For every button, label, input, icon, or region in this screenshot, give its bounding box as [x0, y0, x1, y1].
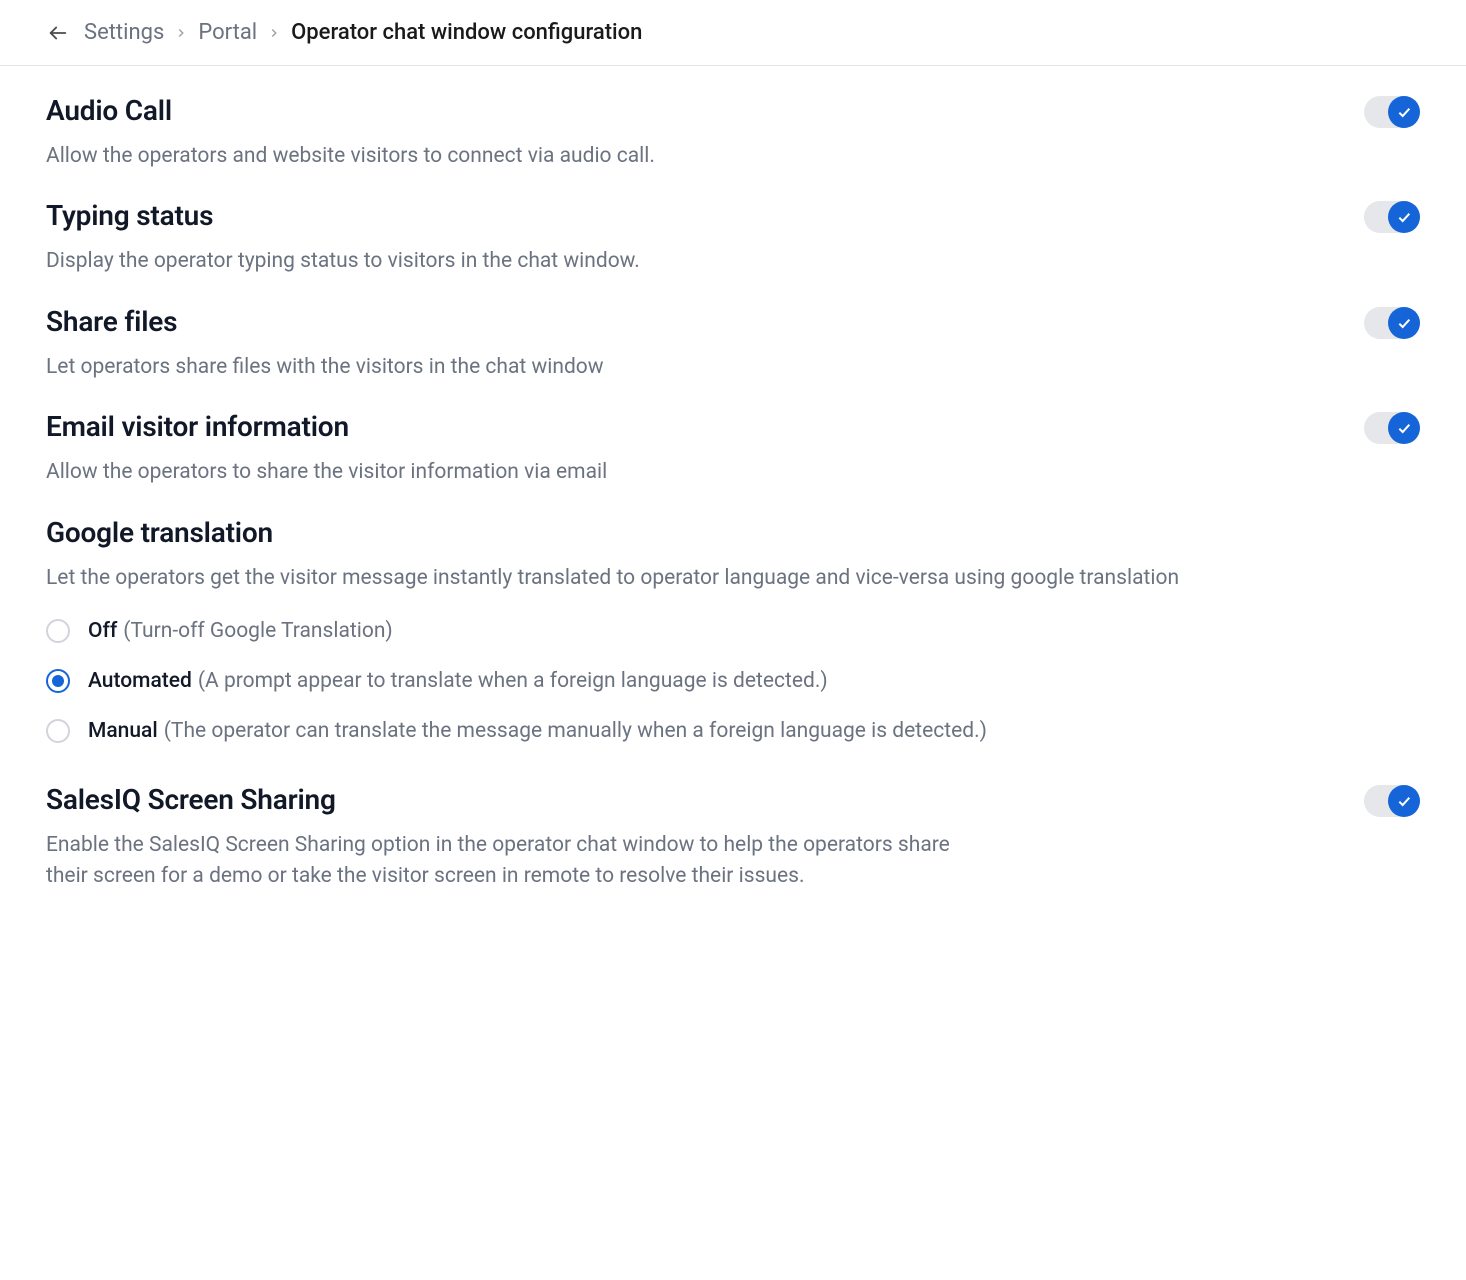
breadcrumb-current: Operator chat window configuration	[291, 20, 642, 45]
radio-label: Off	[88, 619, 117, 643]
setting-title: Google translation	[46, 516, 1420, 549]
setting-desc: Enable the SalesIQ Screen Sharing option…	[46, 830, 966, 891]
setting-title: Share files	[46, 305, 1324, 338]
toggle-audio-call[interactable]	[1364, 96, 1420, 128]
radio-hint: (A prompt appear to translate when a for…	[198, 669, 828, 693]
radio-option-manual[interactable]: Manual(The operator can translate the me…	[46, 719, 1420, 743]
setting-desc: Allow the operators to share the visitor…	[46, 457, 1324, 487]
toggle-typing-status[interactable]	[1364, 201, 1420, 233]
radio-icon	[46, 669, 70, 693]
breadcrumb-portal[interactable]: Portal	[198, 20, 257, 45]
breadcrumb-settings[interactable]: Settings	[84, 20, 164, 45]
setting-typing-status: Typing status Display the operator typin…	[46, 199, 1420, 304]
back-button[interactable]	[46, 21, 70, 45]
radio-hint: (The operator can translate the message …	[164, 719, 987, 743]
setting-title: Email visitor information	[46, 410, 1324, 443]
toggle-screen-sharing[interactable]	[1364, 785, 1420, 817]
check-icon	[1388, 201, 1420, 233]
radio-icon	[46, 619, 70, 643]
check-icon	[1388, 96, 1420, 128]
check-icon	[1388, 412, 1420, 444]
radio-option-automated[interactable]: Automated(A prompt appear to translate w…	[46, 669, 1420, 693]
check-icon	[1388, 307, 1420, 339]
toggle-email-visitor[interactable]	[1364, 412, 1420, 444]
setting-title: Audio Call	[46, 94, 1324, 127]
setting-desc: Let operators share files with the visit…	[46, 352, 1324, 382]
setting-title: SalesIQ Screen Sharing	[46, 783, 966, 816]
setting-desc: Let the operators get the visitor messag…	[46, 563, 1420, 593]
radio-dot-icon	[52, 675, 64, 687]
setting-email-visitor: Email visitor information Allow the oper…	[46, 410, 1420, 515]
setting-screen-sharing: SalesIQ Screen Sharing Enable the SalesI…	[46, 767, 1420, 919]
radio-label: Manual	[88, 719, 158, 743]
chevron-right-icon	[174, 26, 188, 40]
translation-radio-group: Off(Turn-off Google Translation) Automat…	[46, 619, 1420, 743]
radio-hint: (Turn-off Google Translation)	[123, 619, 392, 643]
setting-share-files: Share files Let operators share files wi…	[46, 305, 1420, 410]
toggle-share-files[interactable]	[1364, 307, 1420, 339]
setting-desc: Allow the operators and website visitors…	[46, 141, 1324, 171]
breadcrumb: Settings Portal Operator chat window con…	[84, 20, 642, 45]
radio-option-off[interactable]: Off(Turn-off Google Translation)	[46, 619, 1420, 643]
page-header: Settings Portal Operator chat window con…	[0, 0, 1466, 66]
setting-audio-call: Audio Call Allow the operators and websi…	[46, 94, 1420, 199]
setting-google-translation: Google translation Let the operators get…	[46, 516, 1420, 767]
settings-content: Audio Call Allow the operators and websi…	[0, 66, 1466, 959]
chevron-right-icon	[267, 26, 281, 40]
radio-icon	[46, 719, 70, 743]
setting-title: Typing status	[46, 199, 1324, 232]
check-icon	[1388, 785, 1420, 817]
setting-desc: Display the operator typing status to vi…	[46, 246, 1324, 276]
radio-label: Automated	[88, 669, 192, 693]
